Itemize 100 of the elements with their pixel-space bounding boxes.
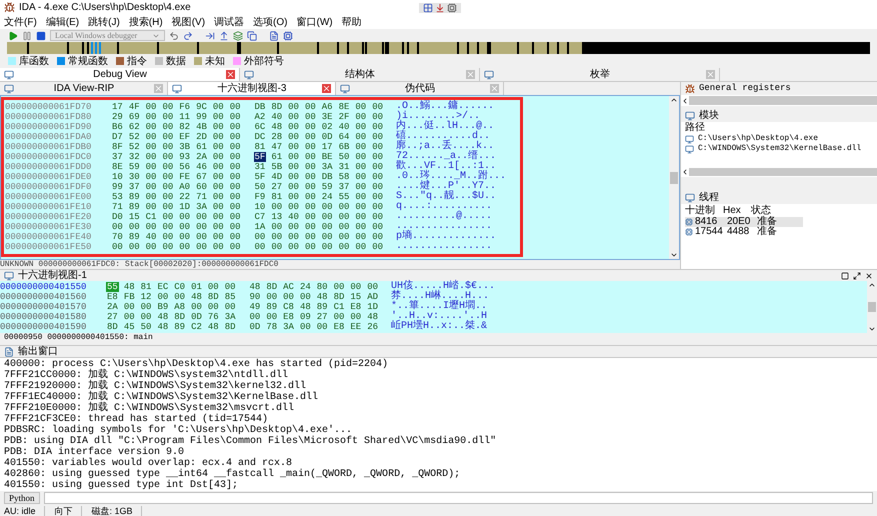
hex-byte: 1A: [254, 222, 266, 232]
redo-icon[interactable]: [183, 30, 193, 40]
hex-byte: 00: [354, 112, 368, 122]
scroll-thumb[interactable]: [689, 168, 877, 176]
menu-item[interactable]: 编辑(E): [46, 14, 80, 30]
window-icon: [172, 84, 182, 94]
menu-item[interactable]: 选项(O): [253, 14, 288, 30]
hex-byte: 00: [212, 122, 225, 132]
grid-icon[interactable]: [423, 2, 433, 12]
window-icon: [685, 110, 695, 120]
hex-byte: 00: [212, 112, 225, 122]
hex-byte: 15: [349, 292, 362, 302]
tab[interactable]: 十六进制视图-3: [168, 82, 336, 95]
hex-byte: 8D: [173, 312, 186, 322]
step-into-icon[interactable]: [205, 30, 215, 40]
scroll-up-icon[interactable]: [868, 281, 876, 289]
scroll-down-icon[interactable]: [868, 325, 876, 333]
legend-label: 库函数: [19, 54, 49, 68]
hex-address: 000000000061FDD0: [5, 162, 92, 172]
hex-byte: 49: [248, 302, 262, 312]
copy-icon[interactable]: [247, 30, 257, 40]
chip-icon[interactable]: [447, 2, 457, 12]
module-path[interactable]: C:\WINDOWS\System32\KernelBase.dll: [698, 143, 862, 155]
hex-byte: 00: [304, 172, 317, 182]
module-path[interactable]: C:\Users\hp\Desktop\4.exe: [698, 133, 818, 145]
restore-icon[interactable]: [841, 272, 849, 280]
hex-byte: 00: [161, 112, 174, 122]
hex-byte: 00: [161, 212, 174, 222]
python-button[interactable]: Python: [4, 492, 40, 504]
hex-byte: 70: [111, 232, 124, 242]
hex-byte: 17: [320, 142, 334, 152]
scroll-up-icon[interactable]: [670, 96, 678, 104]
hex-byte: 00: [178, 232, 192, 242]
menu-item[interactable]: 跳转(J): [88, 14, 120, 30]
play-icon[interactable]: [8, 30, 18, 40]
hex-byte: 00: [287, 152, 300, 162]
hex-byte: 48: [206, 322, 220, 332]
hex-byte: 00: [195, 232, 208, 242]
menu-item[interactable]: 调试器: [214, 14, 244, 30]
undo-icon[interactable]: [169, 30, 179, 40]
hex-byte: 47: [270, 142, 284, 152]
hex-byte: 8D: [106, 322, 119, 332]
window-title: IDA - 4.exe C:\Users\hp\Desktop\4.exe: [19, 1, 192, 15]
hex-byte: 59: [320, 182, 334, 192]
hex-byte: 3A: [320, 162, 334, 172]
step-out-icon[interactable]: [219, 30, 229, 40]
hex-byte: 00: [122, 312, 136, 322]
menu-item[interactable]: 帮助: [342, 14, 362, 30]
hex-byte: 00: [304, 222, 317, 232]
hex-byte: 6B: [338, 142, 350, 152]
hex-byte: 2A: [195, 152, 208, 162]
hex-byte: 00: [354, 142, 368, 152]
menu-item[interactable]: 文件(F): [4, 14, 37, 30]
thread-icon: [685, 228, 693, 236]
hex-byte: 48: [270, 122, 284, 132]
hex-byte: 00: [178, 222, 192, 232]
hex-byte: 22: [178, 192, 192, 202]
hex-address: 000000000061FE10: [5, 202, 92, 212]
menu-item[interactable]: 视图(V): [172, 14, 206, 30]
hex-byte: 00: [298, 292, 312, 302]
chip-icon[interactable]: [283, 30, 293, 40]
hex-address: 000000000061FDB0: [5, 142, 92, 152]
scroll-thumb[interactable]: [670, 172, 678, 184]
hex-byte: 00: [371, 182, 384, 192]
hex-byte: 00: [320, 232, 334, 242]
scroll-left-icon[interactable]: [681, 168, 689, 176]
list-icon[interactable]: [269, 30, 279, 40]
hex-byte: 64: [338, 132, 350, 142]
table-cell-text: 8416: [695, 217, 718, 227]
command-input-field[interactable]: [44, 492, 873, 504]
menu-item[interactable]: 搜索(H): [128, 14, 163, 30]
scroll-left-icon[interactable]: [681, 96, 689, 104]
hex-byte: EF: [178, 132, 192, 142]
table-cell-text: 17544: [695, 227, 724, 237]
thread-row[interactable]: 8416 20E0 准备: [685, 217, 803, 227]
stop-icon[interactable]: [36, 30, 46, 40]
hex-byte: 00: [371, 162, 384, 172]
hex-byte: 48: [156, 312, 170, 322]
scroll-thumb[interactable]: [868, 302, 876, 312]
hex-byte: 9C: [195, 102, 208, 112]
menu-item[interactable]: 窗口(W): [296, 14, 333, 30]
thread-row[interactable]: 17544 4488 准备: [685, 227, 803, 237]
hex-byte: 00: [144, 102, 158, 112]
hex-byte: 40: [287, 212, 300, 222]
hex-byte: 00: [338, 232, 350, 242]
table-cell-text: 20E0: [727, 217, 752, 227]
hex-byte: 00: [248, 312, 262, 322]
hex-byte: 00: [316, 322, 329, 332]
hex-byte: 00: [161, 102, 174, 112]
tab[interactable]: Debug View: [0, 68, 240, 81]
scroll-thumb[interactable]: [689, 96, 877, 105]
hex-byte: F6: [178, 102, 192, 112]
pause-icon[interactable]: [22, 30, 32, 40]
scroll-down-icon[interactable]: [670, 251, 678, 259]
close-icon[interactable]: [865, 272, 873, 280]
hex-byte: 00: [371, 132, 384, 142]
hex-byte: 00: [128, 222, 141, 232]
layers-icon[interactable]: [233, 30, 243, 40]
hex-byte: 00: [270, 222, 284, 232]
hex-byte: 00: [287, 172, 300, 182]
